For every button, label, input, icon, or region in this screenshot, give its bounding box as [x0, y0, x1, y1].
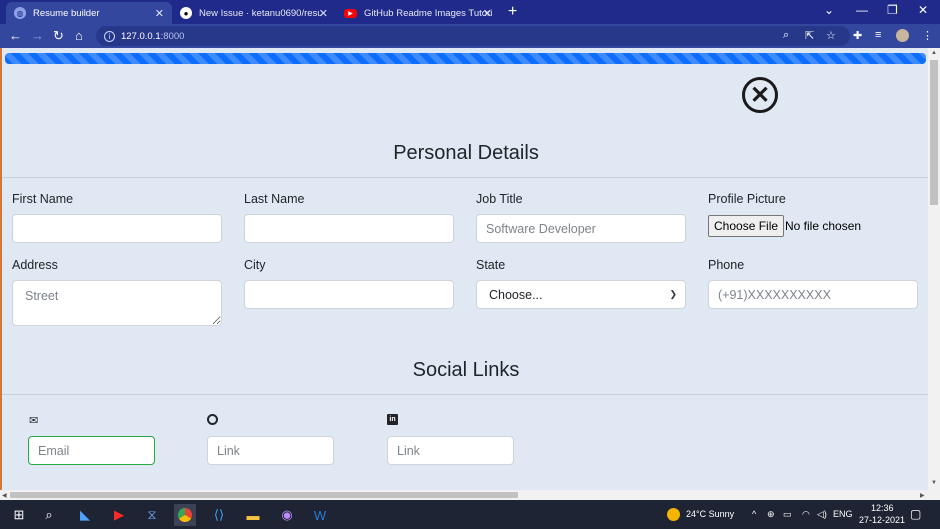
choose-file-button[interactable]: Choose File [708, 215, 785, 237]
forward-arrow-icon[interactable]: → [31, 28, 44, 43]
close-tab-icon[interactable]: ✕ [483, 7, 492, 20]
tab-strip: ◍ Resume builder ✕ ● New Issue · ketanu0… [0, 0, 940, 24]
weather-text[interactable]: 24°C Sunny [686, 509, 734, 519]
globe-icon: ◍ [14, 7, 26, 19]
clock-date[interactable]: 27-12-2021 [859, 515, 905, 525]
horizontal-scroll-thumb[interactable] [10, 492, 518, 498]
job-title-input[interactable] [476, 214, 686, 243]
volume-icon[interactable]: ◁) [817, 509, 827, 520]
no-file-chosen-text: No file chosen [785, 219, 862, 233]
horizontal-scrollbar[interactable]: ◀ ▶ [0, 490, 940, 500]
battery-icon[interactable]: ▭ [783, 509, 792, 520]
language-indicator[interactable]: ENG [833, 509, 853, 519]
windows-start-icon[interactable]: ⊞ [8, 504, 30, 526]
chevron-down-icon: ❯ [669, 289, 677, 299]
windows-taskbar: ⊞ ⌕ ◣ ▶ ⧖ ⟨⟩ ▬ ◉ W 24°C Sunny ^ ⊕ ▭ ◠ ◁)… [0, 500, 940, 529]
phone-label: Phone [708, 258, 745, 272]
page-viewport: ✕ Personal Details First Name Last Name … [0, 48, 928, 490]
word-icon[interactable]: W [309, 504, 331, 526]
restore-button[interactable]: ❐ [887, 3, 898, 17]
bookmark-star-icon[interactable]: ☆ [826, 29, 836, 42]
new-tab-button[interactable]: + [508, 3, 517, 21]
back-arrow-icon[interactable]: ← [9, 28, 22, 43]
vertical-scroll-thumb[interactable] [930, 60, 938, 205]
tab-new-issue[interactable]: ● New Issue · ketanu0690/resume- ✕ [172, 2, 336, 24]
address-bar[interactable]: i 127.0.0.1:8000 [96, 26, 850, 46]
sun-weather-icon [667, 508, 680, 521]
close-tab-icon[interactable]: ✕ [319, 7, 328, 20]
site-info-icon[interactable]: i [104, 30, 115, 42]
home-icon[interactable]: ⌂ [75, 28, 83, 43]
tray-app-icon[interactable]: ⊕ [767, 509, 775, 520]
close-window-button[interactable]: ✕ [918, 3, 928, 17]
personal-details-title: Personal Details [393, 142, 539, 164]
address-label: Address [12, 258, 58, 272]
search-icon[interactable]: ⌕ [38, 504, 60, 526]
close-form-icon[interactable]: ✕ [742, 77, 778, 113]
state-selected-value: Choose... [489, 287, 543, 302]
youtube-app-icon[interactable]: ▶ [108, 504, 130, 526]
last-name-label: Last Name [244, 192, 305, 206]
scroll-up-arrow-icon[interactable]: ▲ [931, 50, 937, 56]
tab-title: GitHub Readme Images Tutorial [364, 7, 492, 19]
browser-toolbar: ← → ↻ ⌂ i 127.0.0.1:8000 ⌕ ⇱ ☆ ✚ ≡ ⋮ [0, 24, 940, 48]
first-name-input[interactable] [12, 214, 222, 243]
url-text: 127.0.0.1:8000 [121, 30, 185, 42]
wifi-icon[interactable]: ◠ [802, 509, 810, 520]
reading-list-icon[interactable]: ≡ [875, 29, 881, 41]
tab-resume-builder[interactable]: ◍ Resume builder ✕ [6, 2, 172, 24]
vscode-icon[interactable]: ⟨⟩ [208, 504, 230, 526]
github-desktop-icon[interactable]: ◉ [276, 504, 298, 526]
progress-bar [5, 53, 926, 64]
extensions-icon[interactable]: ✚ [853, 29, 862, 42]
profile-picture-label: Profile Picture [708, 192, 786, 206]
chrome-icon[interactable] [174, 504, 196, 526]
clock-time[interactable]: 12:36 [871, 503, 894, 513]
profile-avatar[interactable] [896, 29, 909, 42]
email-input[interactable] [28, 436, 155, 465]
github-link-input[interactable] [207, 436, 334, 465]
minimize-button[interactable]: — [856, 3, 868, 17]
menu-kebab-icon[interactable]: ⋮ [922, 29, 933, 42]
zoom-icon[interactable]: ⌕ [783, 29, 789, 42]
address-street-textarea[interactable] [12, 280, 222, 326]
social-links-title: Social Links [412, 359, 520, 381]
phone-input[interactable] [708, 280, 918, 309]
show-hidden-icons-chevron-icon[interactable]: ^ [752, 509, 756, 519]
scroll-left-arrow-icon[interactable]: ◀ [2, 492, 7, 499]
tab-title: New Issue · ketanu0690/resume- [199, 7, 321, 19]
close-tab-icon[interactable]: ✕ [155, 7, 164, 20]
github-icon: ● [180, 7, 192, 19]
state-select[interactable]: Choose... ❯ [476, 280, 686, 309]
scroll-right-arrow-icon[interactable]: ▶ [920, 492, 925, 499]
tab-github-readme[interactable]: ▶ GitHub Readme Images Tutorial ✕ [336, 2, 500, 24]
notifications-icon[interactable]: ▢ [910, 507, 921, 521]
state-label: State [476, 258, 506, 272]
job-title-label: Job Title [476, 192, 523, 206]
share-icon[interactable]: ⇱ [805, 29, 814, 42]
divider [2, 177, 928, 178]
reload-icon[interactable]: ↻ [53, 28, 64, 44]
youtube-icon: ▶ [344, 8, 357, 18]
city-input[interactable] [244, 280, 454, 309]
linkedin-link-input[interactable] [387, 436, 514, 465]
linkedin-icon: in [387, 414, 398, 425]
tab-title: Resume builder [33, 7, 100, 19]
github-icon [207, 414, 218, 425]
city-label: City [244, 258, 266, 272]
scroll-down-arrow-icon[interactable]: ▼ [931, 480, 937, 486]
visual-studio-icon[interactable]: ⧖ [141, 504, 163, 526]
taskbar-app-icon[interactable]: ◣ [74, 504, 96, 526]
envelope-icon: ✉ [29, 415, 39, 427]
vertical-scrollbar[interactable]: ▲ ▼ [928, 48, 940, 490]
first-name-label: First Name [12, 192, 74, 206]
file-explorer-icon[interactable]: ▬ [242, 504, 264, 526]
tab-search-icon[interactable]: ⌄ [824, 3, 834, 17]
divider [2, 394, 928, 395]
last-name-input[interactable] [244, 214, 454, 243]
